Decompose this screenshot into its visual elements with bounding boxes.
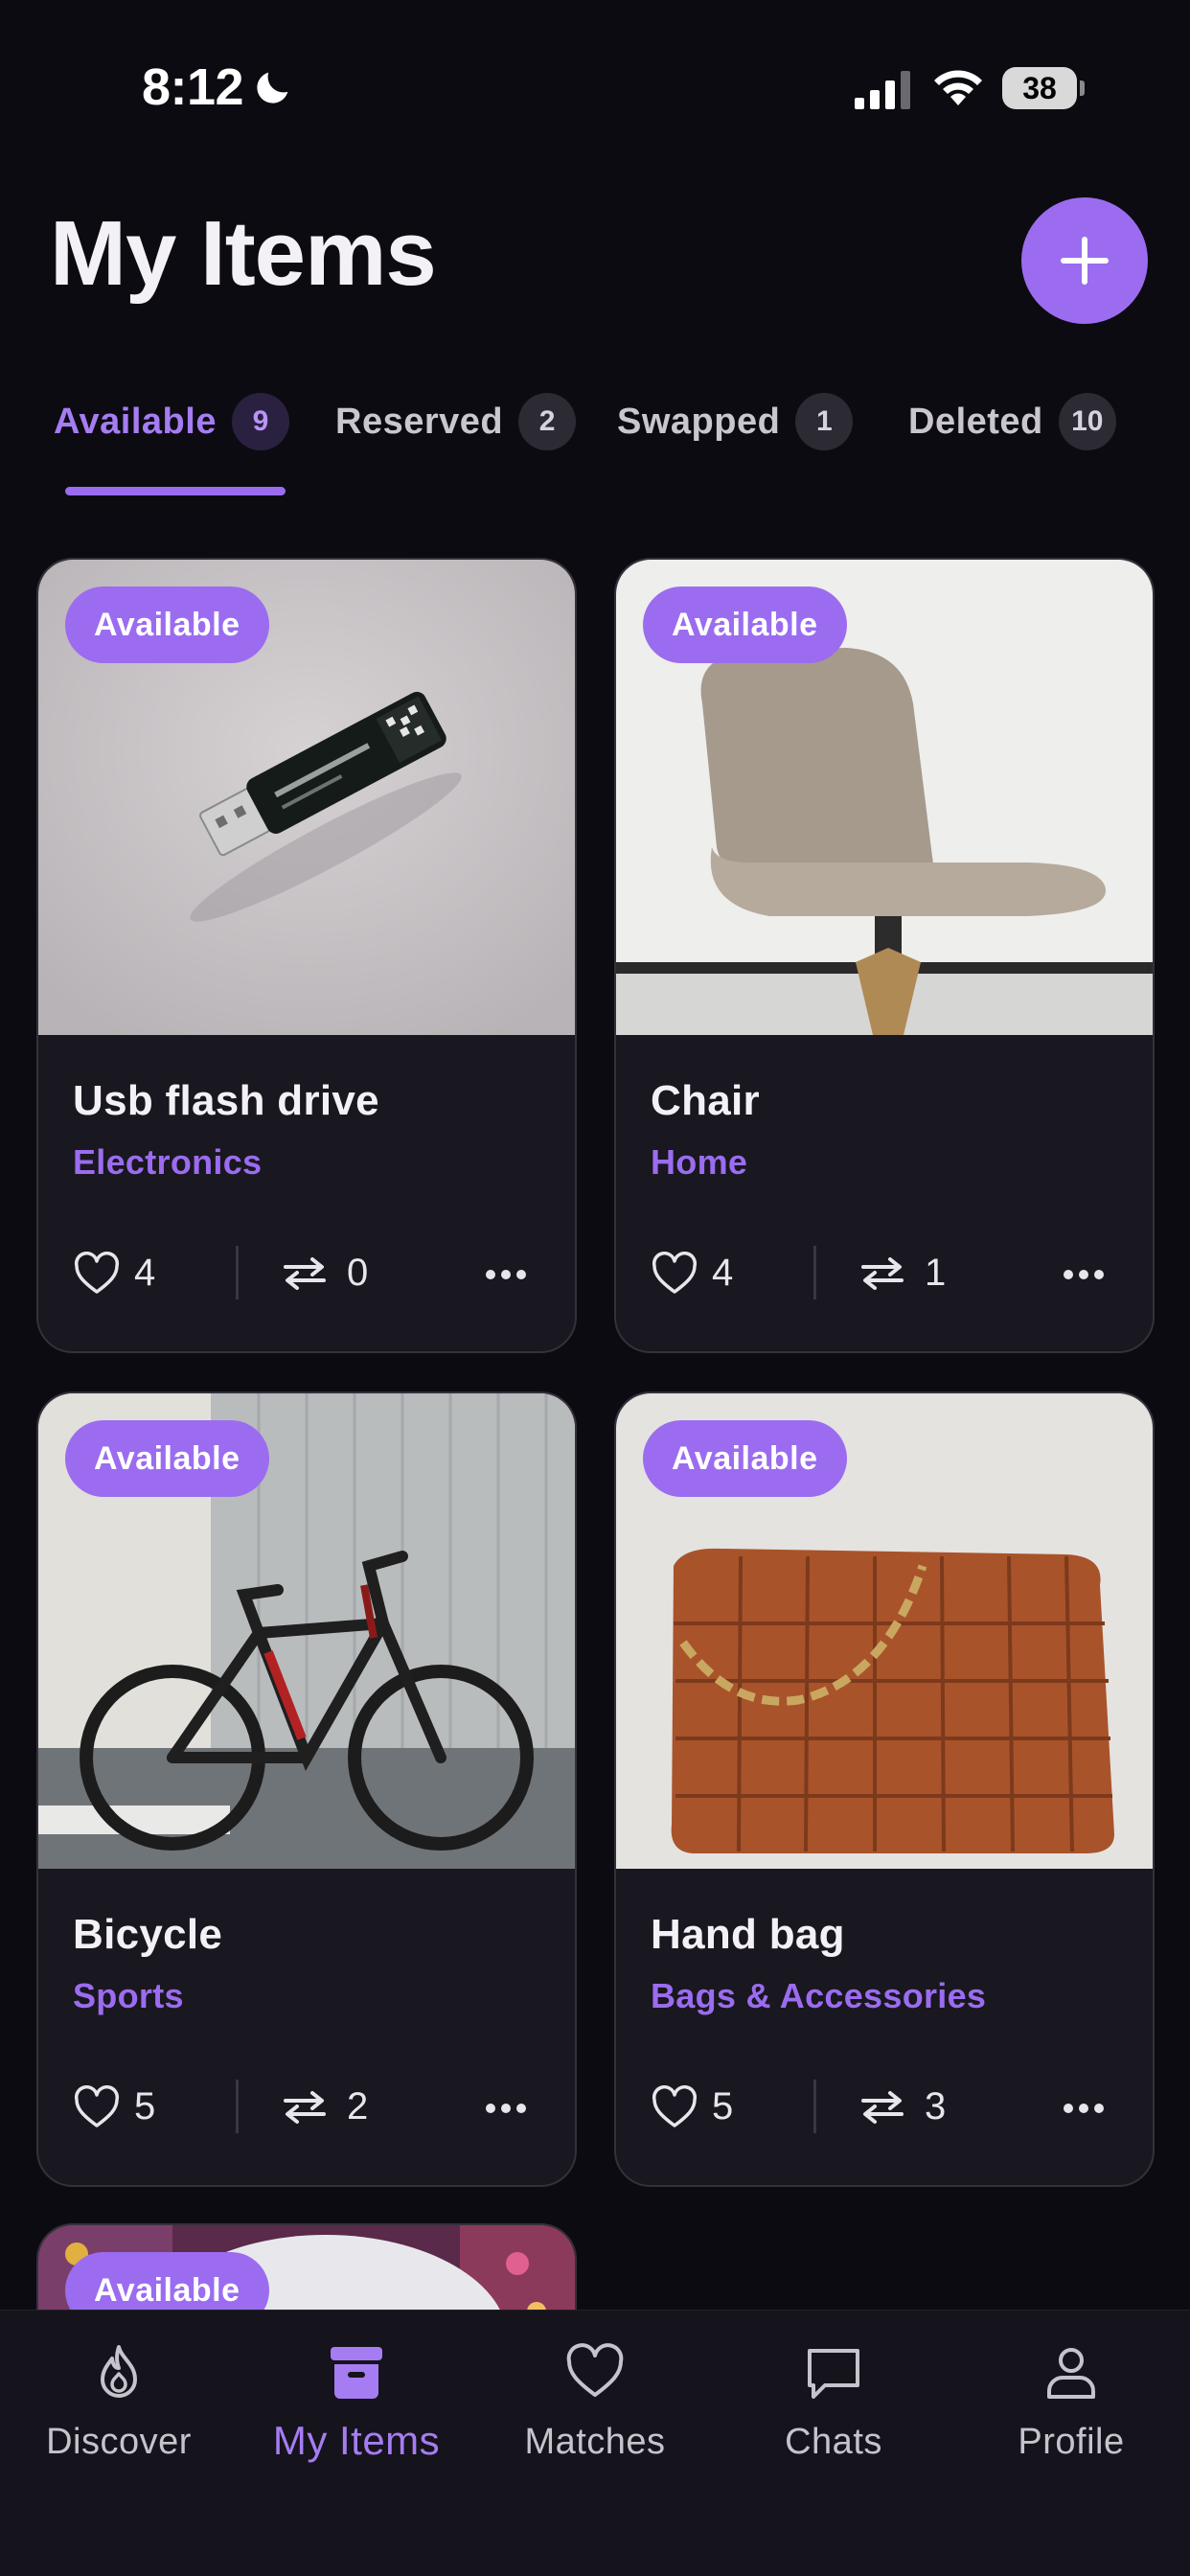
more-options-icon[interactable] <box>481 2089 531 2128</box>
wifi-icon <box>934 70 982 105</box>
swap-arrows-icon <box>861 2091 904 2124</box>
nav-discover[interactable]: Discover <box>13 2341 224 2485</box>
item-stats: 4 1 <box>651 1240 1120 1307</box>
nav-label: Chats <box>785 2422 882 2462</box>
battery-icon: 38 <box>1002 67 1085 109</box>
likes-count: 4 <box>134 1252 156 1294</box>
item-card[interactable]: Available Bicycle Sports 5 2 <box>36 1392 577 2187</box>
status-badge: Available <box>65 586 269 663</box>
swaps-count: 3 <box>925 2085 947 2128</box>
item-photo: Available <box>38 1393 575 1869</box>
swap-arrows-icon <box>284 1257 326 1290</box>
item-stats: 4 0 <box>73 1240 542 1307</box>
more-options-icon[interactable] <box>481 1255 531 1294</box>
status-badge: Available <box>65 1420 269 1497</box>
tab-label: Reserved <box>335 401 504 442</box>
more-options-icon[interactable] <box>1059 1255 1109 1294</box>
status-badge: Available <box>643 586 847 663</box>
nav-my-items[interactable]: My Items <box>251 2341 462 2485</box>
item-photo: Available <box>38 560 575 1035</box>
item-title: Usb flash drive <box>73 1077 379 1124</box>
heart-icon <box>566 2343 624 2397</box>
my-items-screen: 8:12 38 My Items Available 9 Reserved 2 … <box>0 0 1190 2576</box>
nav-label: Discover <box>46 2422 192 2462</box>
plus-icon <box>1061 237 1109 285</box>
archive-box-icon <box>331 2347 382 2399</box>
active-tab-indicator <box>65 487 286 495</box>
tab-label: Available <box>54 401 217 442</box>
stats-divider <box>236 1246 239 1300</box>
item-card[interactable]: Available Hand bag Bags & Accessories 5 … <box>614 1392 1155 2187</box>
item-card[interactable]: Available Usb flash drive Electronics 4 … <box>36 558 577 1353</box>
bottom-tab-bar: Discover My Items Matches Chats Profile <box>0 2310 1190 2576</box>
item-title: Hand bag <box>651 1911 845 1958</box>
chat-bubble-icon <box>808 2349 859 2399</box>
swaps-count: 2 <box>347 2085 369 2128</box>
item-category: Bags & Accessories <box>651 1976 987 2015</box>
stats-divider <box>813 1246 816 1300</box>
tab-available[interactable]: Available 9 <box>54 393 289 450</box>
swaps-count: 0 <box>347 1252 369 1294</box>
tab-count-badge: 10 <box>1058 393 1116 450</box>
nav-label: My Items <box>272 2418 441 2463</box>
tab-deleted[interactable]: Deleted 10 <box>908 393 1116 450</box>
likes-count: 4 <box>712 1252 734 1294</box>
nav-label: Matches <box>524 2422 666 2462</box>
item-category: Sports <box>73 1976 184 2015</box>
battery-level: 38 <box>1022 71 1057 105</box>
item-title: Bicycle <box>73 1911 223 1958</box>
tab-swapped[interactable]: Swapped 1 <box>617 393 854 450</box>
moon-icon <box>257 72 288 104</box>
tab-count-badge: 1 <box>795 393 854 450</box>
nav-label: Profile <box>1018 2422 1125 2462</box>
stats-divider <box>813 2080 816 2133</box>
swaps-count: 1 <box>925 1252 947 1294</box>
heart-outline-icon <box>652 2085 698 2128</box>
cellular-signal-icon <box>855 71 910 109</box>
nav-chats[interactable]: Chats <box>728 2341 939 2485</box>
status-tabs: Available 9 Reserved 2 Swapped 1 Deleted… <box>0 393 1190 498</box>
tab-reserved[interactable]: Reserved 2 <box>335 393 577 450</box>
swap-arrows-icon <box>861 1257 904 1290</box>
more-options-icon[interactable] <box>1059 2089 1109 2128</box>
stats-divider <box>236 2080 239 2133</box>
item-title: Chair <box>651 1077 760 1124</box>
heart-outline-icon <box>652 1252 698 1294</box>
likes-count: 5 <box>712 2085 734 2128</box>
add-item-button[interactable] <box>1021 197 1148 324</box>
item-photo: Available <box>616 1393 1153 1869</box>
heart-outline-icon <box>74 2085 120 2128</box>
status-bar: 8:12 38 <box>0 0 1190 172</box>
tab-label: Swapped <box>617 401 781 442</box>
flame-icon <box>101 2345 137 2398</box>
nav-profile[interactable]: Profile <box>966 2341 1177 2485</box>
item-stats: 5 2 <box>73 2074 542 2141</box>
tab-count-badge: 2 <box>518 393 577 450</box>
tab-count-badge: 9 <box>231 393 289 450</box>
item-category: Home <box>651 1142 748 1182</box>
item-card[interactable]: Available Chair Home 4 1 <box>614 558 1155 1353</box>
item-category: Electronics <box>73 1142 263 1182</box>
likes-count: 5 <box>134 2085 156 2128</box>
status-time: 8:12 <box>142 58 244 116</box>
page-title: My Items <box>50 202 437 305</box>
status-badge: Available <box>643 1420 847 1497</box>
item-photo: Available <box>616 560 1153 1035</box>
item-stats: 5 3 <box>651 2074 1120 2141</box>
swap-arrows-icon <box>284 2091 326 2124</box>
nav-matches[interactable]: Matches <box>490 2341 700 2485</box>
heart-outline-icon <box>74 1252 120 1294</box>
tab-label: Deleted <box>908 401 1043 442</box>
person-icon <box>1047 2348 1095 2399</box>
